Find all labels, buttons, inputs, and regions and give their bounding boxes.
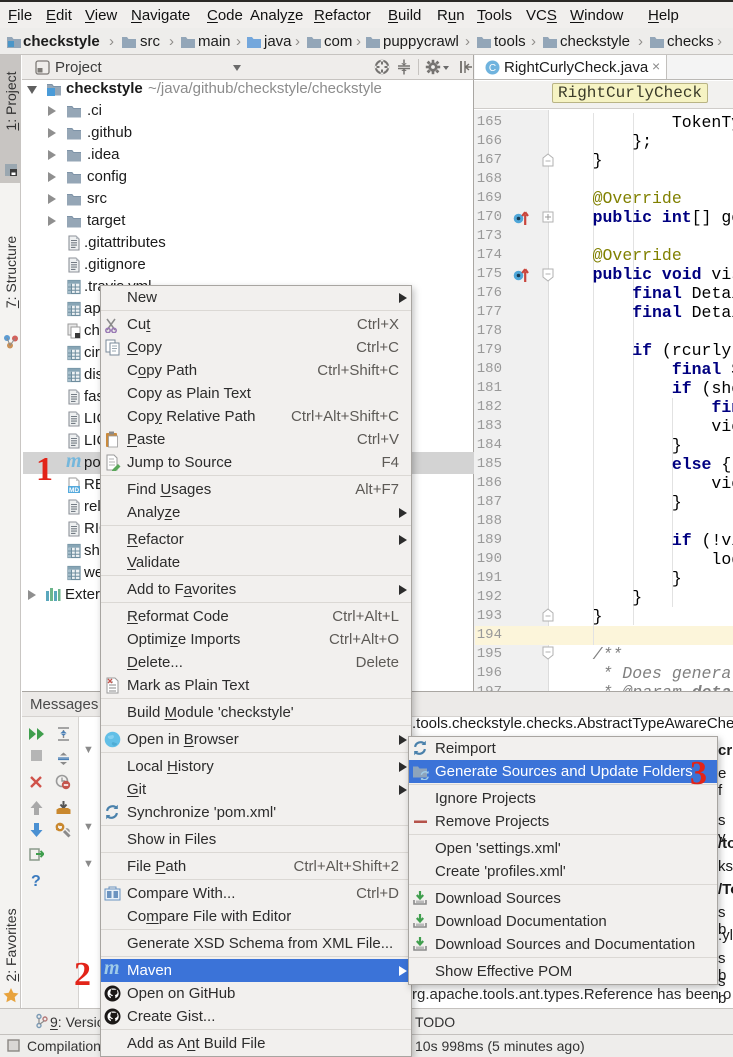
svg-text:C: C [489,63,496,74]
